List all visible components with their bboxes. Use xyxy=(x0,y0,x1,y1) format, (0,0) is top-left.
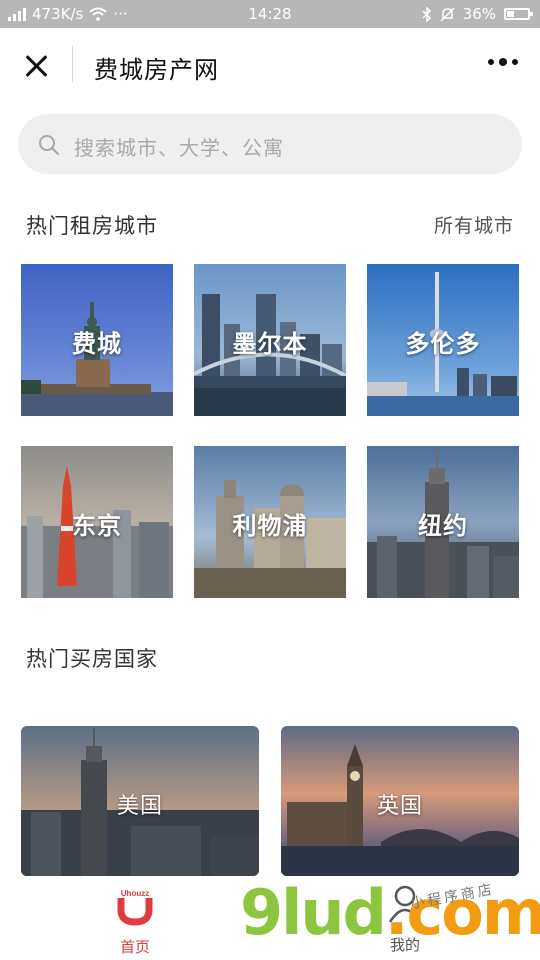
country-name: 美国 xyxy=(116,794,163,819)
city-name: 纽约 xyxy=(418,512,468,540)
city-tile-melbourne[interactable]: 墨尔本 xyxy=(194,264,346,416)
bottom-nav: Uhouzz 首页 我的 xyxy=(0,878,540,960)
nav-mine[interactable]: 我的 xyxy=(370,884,440,955)
city-name: 利物浦 xyxy=(232,512,308,540)
search-placeholder: 搜索城市、大学、公寓 xyxy=(74,136,284,160)
close-button[interactable] xyxy=(20,50,52,82)
city-tile-tokyo[interactable]: 东京 xyxy=(21,446,173,598)
city-tile-philadelphia[interactable]: 费城 xyxy=(21,264,173,416)
city-tile-toronto[interactable]: 多伦多 xyxy=(367,264,519,416)
city-tile-new-york[interactable]: 纽约 xyxy=(367,446,519,598)
city-tile-liverpool[interactable]: 利物浦 xyxy=(194,446,346,598)
mute-bell-icon xyxy=(440,6,455,22)
title-bar: 费城房产网 xyxy=(0,28,540,104)
country-name: 英国 xyxy=(376,794,423,819)
nav-home-label: 首页 xyxy=(119,938,150,956)
uhouzz-logo-icon: Uhouzz xyxy=(117,889,153,926)
country-card-uk[interactable]: 英国 xyxy=(281,726,519,876)
search-bar[interactable]: 搜索城市、大学、公寓 xyxy=(18,114,522,174)
all-cities-link[interactable]: 所有城市 xyxy=(434,211,514,238)
battery-icon xyxy=(504,8,533,20)
search-icon xyxy=(39,135,60,156)
city-name: 多伦多 xyxy=(405,330,481,358)
more-options-button[interactable] xyxy=(488,58,518,66)
logo-text: Uhouzz xyxy=(121,889,149,898)
title-divider xyxy=(72,46,73,82)
nav-mine-label: 我的 xyxy=(389,936,420,954)
city-name: 费城 xyxy=(72,330,122,358)
person-icon xyxy=(388,885,422,923)
bluetooth-icon xyxy=(422,6,431,22)
buy-section-title: 热门买房国家 xyxy=(26,647,158,671)
status-bar: 473K/s ··· 14:28 36% xyxy=(0,0,540,28)
page-title: 费城房产网 xyxy=(94,56,219,84)
nav-home[interactable]: Uhouzz 首页 xyxy=(100,884,170,957)
battery-percent: 36% xyxy=(462,5,496,23)
country-card-usa[interactable]: 美国 xyxy=(21,726,259,876)
city-name: 东京 xyxy=(72,512,122,540)
rent-section-title: 热门租房城市 xyxy=(26,214,158,238)
city-name: 墨尔本 xyxy=(232,330,308,358)
